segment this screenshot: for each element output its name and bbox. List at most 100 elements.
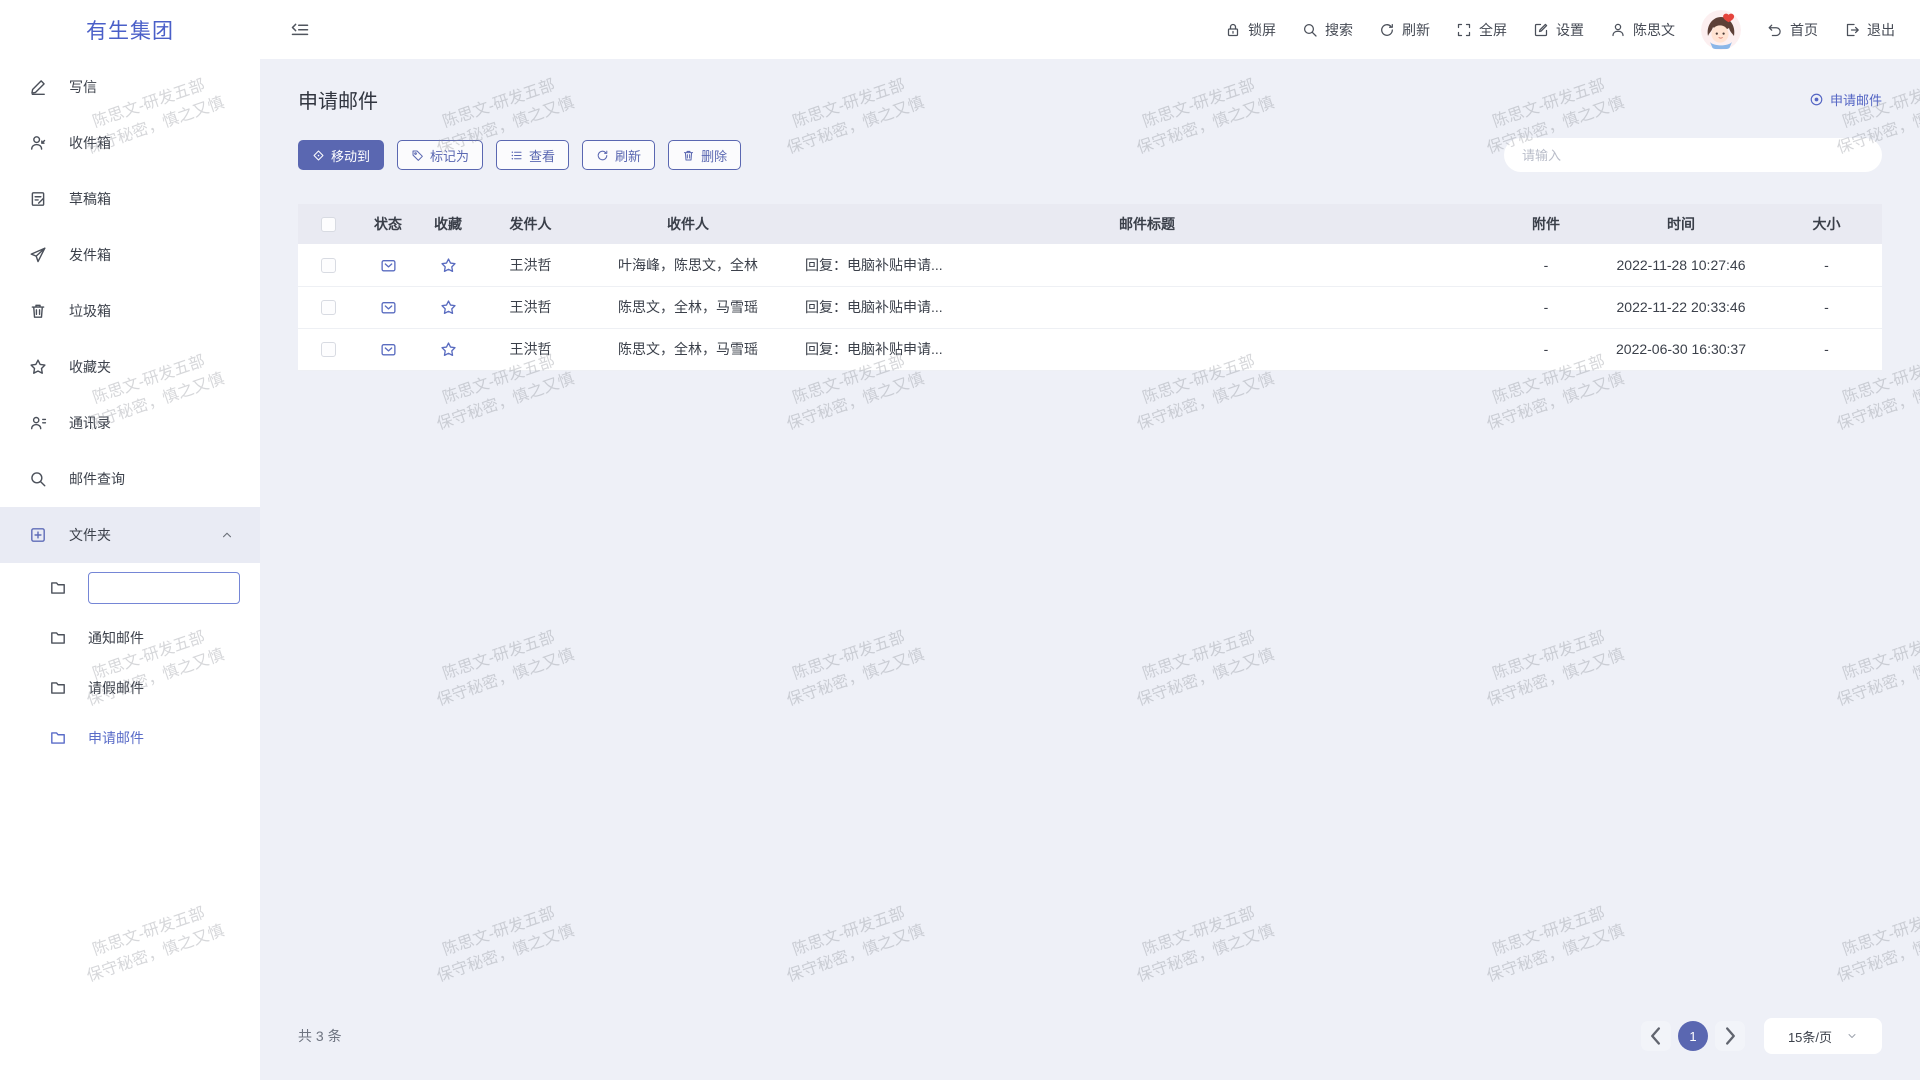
sidebar-item-sent[interactable]: 发件箱 <box>0 227 260 283</box>
sidebar-item-inbox[interactable]: 收件箱 <box>0 115 260 171</box>
page-size-select[interactable]: 15条/页 <box>1764 1018 1882 1054</box>
column-header-7: 大小 <box>1771 204 1882 244</box>
topbar-settings-button[interactable]: 设置 <box>1533 20 1584 40</box>
sidebar-folder-notice[interactable]: 通知邮件 <box>0 613 260 663</box>
undo-icon <box>1767 22 1783 38</box>
pagination: 1 15条/页 <box>1641 1018 1882 1054</box>
attachment-cell: - <box>1501 244 1591 286</box>
sender-cell: 王洪哲 <box>478 286 583 328</box>
search-input[interactable] <box>1520 147 1866 164</box>
sidebar-item-contacts[interactable]: 通讯录 <box>0 395 260 451</box>
size-cell: - <box>1771 328 1882 370</box>
table-footer: 共 3 条 1 15条/页 <box>298 1018 1882 1054</box>
row-checkbox[interactable] <box>321 258 336 273</box>
logout-icon <box>1844 22 1860 38</box>
sidebar: 有生集团 写信 收件箱 草稿箱 发件箱 垃圾箱 收藏夹 通讯录 <box>0 0 260 1080</box>
prev-page-button[interactable] <box>1641 1021 1671 1051</box>
user-avatar[interactable] <box>1701 10 1741 50</box>
lock-icon <box>1225 22 1241 38</box>
mark-button-label: 标记为 <box>430 146 469 165</box>
topbar-lock-button[interactable]: 锁屏 <box>1225 20 1276 40</box>
content-area: 申请邮件 申请邮件 移动到标记为查看刷新删除 状态收藏发件人收件人邮件 <box>260 59 1920 1080</box>
topbar-refresh-button[interactable]: 刷新 <box>1379 20 1430 40</box>
mark-button[interactable]: 标记为 <box>397 140 483 170</box>
move-button[interactable]: 移动到 <box>298 140 384 170</box>
new-folder-name-input[interactable] <box>88 572 240 604</box>
mail-row-1[interactable]: 王洪哲 陈思文，全林，马雪瑶 回复：电脑补贴申请... - 2022-11-22… <box>298 286 1882 328</box>
column-header-3: 收件人 <box>583 204 793 244</box>
title-row: 申请邮件 申请邮件 <box>298 85 1882 114</box>
toolbar-buttons: 移动到 标记为 查看 刷新 删除 <box>298 140 754 170</box>
company-logo: 有生集团 <box>0 0 260 59</box>
sidebar-item-folders[interactable]: 文件夹 <box>0 507 260 563</box>
sidebar-item-label: 垃圾箱 <box>69 301 111 321</box>
edit-square-icon <box>1533 22 1549 38</box>
sidebar-item-label: 邮件查询 <box>69 469 125 489</box>
topbar-search-button[interactable]: 搜索 <box>1302 20 1353 40</box>
content-spacer <box>298 371 1882 1019</box>
view-button[interactable]: 查看 <box>496 140 569 170</box>
column-header-5: 附件 <box>1501 204 1591 244</box>
refresh-icon <box>1379 22 1395 38</box>
favorite-star-icon[interactable] <box>440 257 457 274</box>
sidebar-item-trash[interactable]: 垃圾箱 <box>0 283 260 339</box>
sidebar-item-mail-search[interactable]: 邮件查询 <box>0 451 260 507</box>
topbar-settings-label: 设置 <box>1556 20 1584 40</box>
favorite-star-icon[interactable] <box>440 299 457 316</box>
sidebar-folder-apply[interactable]: 申请邮件 <box>0 713 260 763</box>
select-all-checkbox[interactable] <box>321 217 336 232</box>
row-checkbox[interactable] <box>321 300 336 315</box>
move-icon <box>312 149 325 162</box>
inbox-icon <box>29 134 47 152</box>
subject-cell[interactable]: 回复：电脑补贴申请... <box>793 244 1501 286</box>
sidebar-item-drafts[interactable]: 草稿箱 <box>0 171 260 227</box>
app-window: 有生集团 写信 收件箱 草稿箱 发件箱 垃圾箱 收藏夹 通讯录 <box>0 0 1920 1080</box>
column-header-1: 收藏 <box>418 204 478 244</box>
location-target-icon <box>1809 92 1824 107</box>
delete-button[interactable]: 删除 <box>668 140 741 170</box>
row-checkbox[interactable] <box>321 342 336 357</box>
refresh-button-label: 刷新 <box>615 146 641 165</box>
page-size-value: 15条/页 <box>1788 1027 1832 1046</box>
topbar-lock-label: 锁屏 <box>1248 20 1276 40</box>
size-cell: - <box>1771 244 1882 286</box>
sidebar-item-label: 草稿箱 <box>69 189 111 209</box>
folder-icon <box>49 729 67 747</box>
fullscreen-icon <box>1456 22 1472 38</box>
mail-read-status-icon <box>380 341 397 358</box>
topbar-fullscreen-button[interactable]: 全屏 <box>1456 20 1507 40</box>
topbar-logout-button[interactable]: 退出 <box>1844 20 1895 40</box>
sidebar-folder-leave[interactable]: 请假邮件 <box>0 663 260 713</box>
mail-filter-searchbox[interactable] <box>1504 138 1882 172</box>
subject-cell[interactable]: 回复：电脑补贴申请... <box>793 286 1501 328</box>
table-body: 王洪哲 叶海峰，陈思文，全林 回复：电脑补贴申请... - 2022-11-28… <box>298 244 1882 370</box>
breadcrumb[interactable]: 申请邮件 <box>1809 90 1882 109</box>
favorite-star-icon[interactable] <box>440 341 457 358</box>
tag-icon <box>411 149 424 162</box>
collapse-sidebar-icon[interactable] <box>290 20 310 40</box>
sidebar-item-label: 收藏夹 <box>69 357 111 377</box>
person-icon <box>1610 22 1626 38</box>
total-count: 共 3 条 <box>298 1026 342 1046</box>
chevron-up-icon[interactable] <box>220 528 234 542</box>
folder-label: 请假邮件 <box>88 678 144 698</box>
topbar-home-button[interactable]: 首页 <box>1767 20 1818 40</box>
mail-row-2[interactable]: 王洪哲 陈思文，全林，马雪瑶 回复：电脑补贴申请... - 2022-06-30… <box>298 328 1882 370</box>
refresh-button[interactable]: 刷新 <box>582 140 655 170</box>
trash-icon <box>29 302 47 320</box>
mail-row-0[interactable]: 王洪哲 叶海峰，陈思文，全林 回复：电脑补贴申请... - 2022-11-28… <box>298 244 1882 286</box>
folder-label: 通知邮件 <box>88 628 144 648</box>
recipients-cell: 陈思文，全林，马雪瑶 <box>583 328 793 370</box>
sidebar-item-label: 写信 <box>69 77 97 97</box>
sidebar-item-label: 发件箱 <box>69 245 111 265</box>
next-page-button[interactable] <box>1715 1021 1745 1051</box>
sidebar-item-compose[interactable]: 写信 <box>0 59 260 115</box>
sidebar-item-label: 通讯录 <box>69 413 111 433</box>
subject-cell[interactable]: 回复：电脑补贴申请... <box>793 328 1501 370</box>
page-number[interactable]: 1 <box>1678 1021 1708 1051</box>
topbar-user-button[interactable]: 陈思文 <box>1610 20 1675 40</box>
column-header-4: 邮件标题 <box>793 204 1501 244</box>
sidebar-item-favorites[interactable]: 收藏夹 <box>0 339 260 395</box>
recipients-cell: 叶海峰，陈思文，全林 <box>583 244 793 286</box>
search-icon <box>1302 22 1318 38</box>
